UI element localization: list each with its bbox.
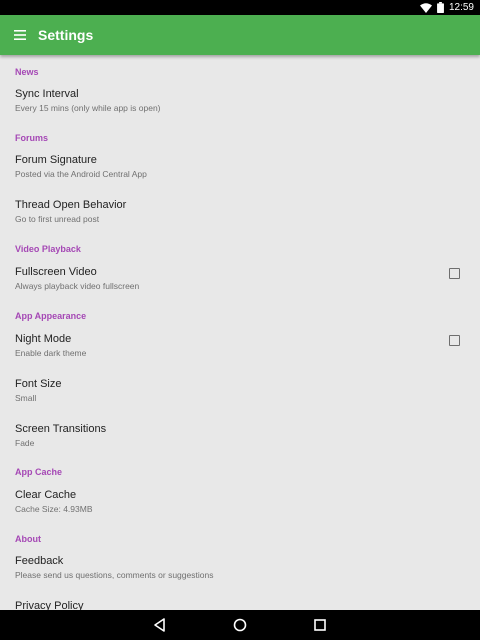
setting-title: Screen Transitions <box>15 423 107 435</box>
setting-summary: Please send us questions, comments or su… <box>15 570 214 580</box>
setting-fullscreen-video[interactable]: Fullscreen Video Always playback video f… <box>0 265 480 305</box>
night-mode-checkbox[interactable] <box>449 335 460 346</box>
setting-summary: Fade <box>15 438 35 448</box>
setting-clear-cache[interactable]: Clear Cache Cache Size: 4.93MB <box>0 488 480 528</box>
setting-sync-interval[interactable]: Sync Interval Every 15 mins (only while … <box>0 87 480 127</box>
setting-thread-open-behavior[interactable]: Thread Open Behavior Go to first unread … <box>0 198 480 238</box>
setting-font-size[interactable]: Font Size Small <box>0 377 480 417</box>
setting-title: Font Size <box>15 378 62 390</box>
setting-screen-transitions[interactable]: Screen Transitions Fade <box>0 422 480 462</box>
setting-title: Privacy Policy <box>15 600 84 610</box>
settings-list[interactable]: News Sync Interval Every 15 mins (only w… <box>0 55 480 610</box>
app-bar: Settings <box>0 15 480 55</box>
recents-icon[interactable] <box>311 616 329 634</box>
section-header-forums: Forums <box>15 133 49 143</box>
setting-title: Clear Cache <box>15 489 77 501</box>
setting-summary: Posted via the Android Central App <box>15 169 147 179</box>
navigation-bar <box>0 610 480 640</box>
status-icons: 12:59 <box>419 0 474 15</box>
setting-forum-signature[interactable]: Forum Signature Posted via the Android C… <box>0 153 480 193</box>
section-header-app-cache: App Cache <box>15 467 63 477</box>
back-icon[interactable] <box>151 616 169 634</box>
setting-summary: Always playback video fullscreen <box>15 281 140 291</box>
setting-night-mode[interactable]: Night Mode Enable dark theme <box>0 332 480 372</box>
setting-title: Fullscreen Video <box>15 266 97 278</box>
fullscreen-video-checkbox[interactable] <box>449 268 460 279</box>
menu-icon[interactable] <box>14 30 26 40</box>
status-bar: 12:59 <box>0 0 480 15</box>
wifi-icon <box>419 2 432 13</box>
setting-summary: Enable dark theme <box>15 348 87 358</box>
setting-title: Forum Signature <box>15 154 97 166</box>
setting-summary: Every 15 mins (only while app is open) <box>15 103 161 113</box>
page-title: Settings <box>38 27 94 43</box>
status-time: 12:59 <box>448 2 474 13</box>
setting-summary: Go to first unread post <box>15 214 100 224</box>
section-header-video-playback: Video Playback <box>15 244 81 254</box>
battery-icon <box>437 2 444 13</box>
setting-privacy-policy[interactable]: Privacy Policy <box>0 599 480 610</box>
setting-title: Night Mode <box>15 333 72 345</box>
setting-summary: Small <box>15 393 37 403</box>
section-header-news: News <box>15 67 39 77</box>
section-header-app-appearance: App Appearance <box>15 311 87 321</box>
section-header-about: About <box>15 534 41 544</box>
setting-title: Feedback <box>15 555 64 567</box>
setting-summary: Cache Size: 4.93MB <box>15 504 93 514</box>
setting-title: Sync Interval <box>15 88 79 100</box>
home-icon[interactable] <box>231 616 249 634</box>
setting-feedback[interactable]: Feedback Please send us questions, comme… <box>0 554 480 594</box>
setting-title: Thread Open Behavior <box>15 199 127 211</box>
